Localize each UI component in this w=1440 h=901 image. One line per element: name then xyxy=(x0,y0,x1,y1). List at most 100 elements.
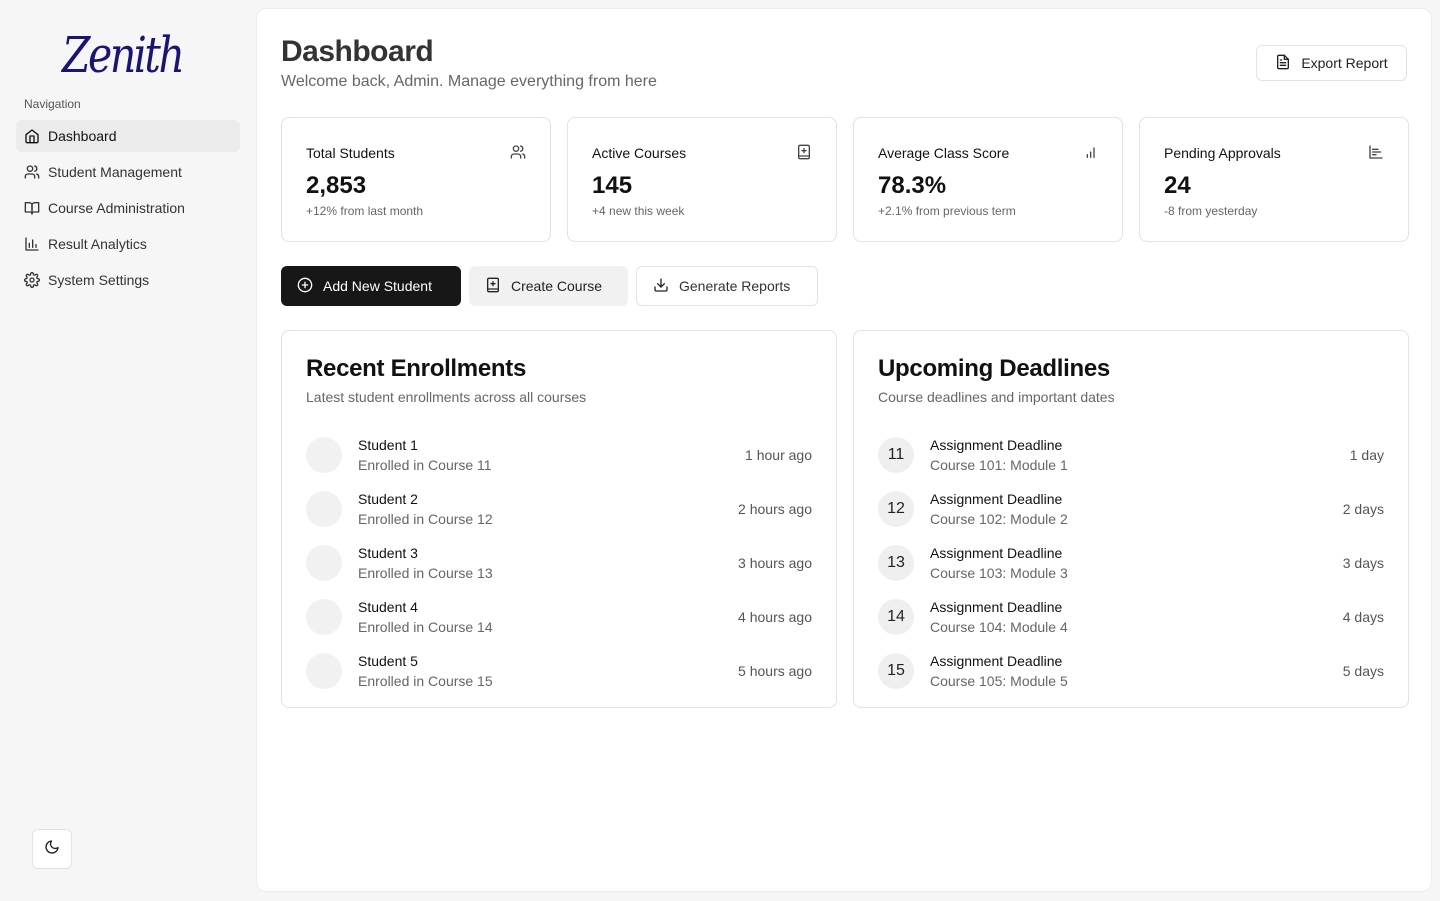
deadline-due: 3 days xyxy=(1342,555,1384,571)
users-icon xyxy=(510,144,526,160)
book-plus-icon xyxy=(796,144,812,160)
stat-value: 145 xyxy=(592,172,633,199)
avatar xyxy=(306,599,342,635)
theme-toggle-button[interactable] xyxy=(32,829,72,869)
deadline-list: 11 Assignment Deadline Course 101: Modul… xyxy=(878,428,1384,698)
sidebar: Zenith Navigation Dashboard Student Mana… xyxy=(0,0,256,901)
list-item[interactable]: Student 3 Enrolled in Course 13 3 hours … xyxy=(306,536,812,590)
deadline-detail: Course 105: Module 5 xyxy=(930,673,1068,689)
home-icon xyxy=(24,128,40,144)
sidebar-item-course-administration[interactable]: Course Administration xyxy=(16,192,240,224)
quick-actions: Add New Student Create Course Generate R… xyxy=(281,266,818,306)
date-badge: 13 xyxy=(878,545,914,581)
deadline-detail: Course 104: Module 4 xyxy=(930,619,1068,635)
enrollment-detail: Enrolled in Course 15 xyxy=(358,673,493,689)
file-text-icon xyxy=(1275,54,1291,73)
list-item[interactable]: 14 Assignment Deadline Course 104: Modul… xyxy=(878,590,1384,644)
list-item[interactable]: Student 5 Enrolled in Course 15 5 hours … xyxy=(306,644,812,698)
add-student-label: Add New Student xyxy=(323,278,432,294)
sidebar-item-label: Dashboard xyxy=(48,128,117,144)
book-plus-icon xyxy=(485,277,501,296)
enrollment-time: 4 hours ago xyxy=(738,609,812,625)
sidebar-item-student-management[interactable]: Student Management xyxy=(16,156,240,188)
list-item[interactable]: 13 Assignment Deadline Course 103: Modul… xyxy=(878,536,1384,590)
stat-card-active-courses: Active Courses 145 +4 new this week xyxy=(567,117,837,242)
add-student-button[interactable]: Add New Student xyxy=(281,266,461,306)
deadline-due: 4 days xyxy=(1342,609,1384,625)
stat-card-average-class-score: Average Class Score 78.3% +2.1% from pre… xyxy=(853,117,1123,242)
page-title: Dashboard xyxy=(281,35,434,68)
deadline-due: 1 day xyxy=(1349,447,1384,463)
stat-value: 2,853 xyxy=(306,172,367,199)
avatar xyxy=(306,437,342,473)
avatar xyxy=(306,545,342,581)
date-badge: 12 xyxy=(878,491,914,527)
sidebar-item-dashboard[interactable]: Dashboard xyxy=(16,120,240,152)
stat-change: -8 from yesterday xyxy=(1164,204,1258,218)
moon-icon xyxy=(44,839,60,860)
recent-enrollments-panel: Recent Enrollments Latest student enroll… xyxy=(281,330,837,708)
bar-chart-icon xyxy=(24,236,40,252)
date-badge: 11 xyxy=(878,437,914,473)
sidebar-item-label: Student Management xyxy=(48,164,182,180)
sidebar-item-label: Course Administration xyxy=(48,200,185,216)
date-badge: 14 xyxy=(878,599,914,635)
enrollment-detail: Enrolled in Course 14 xyxy=(358,619,493,635)
stat-card-pending-approvals: Pending Approvals 24 -8 from yesterday xyxy=(1139,117,1409,242)
enrollment-time: 2 hours ago xyxy=(738,501,812,517)
deadline-detail: Course 102: Module 2 xyxy=(930,511,1068,527)
student-name: Student 4 xyxy=(358,599,418,615)
student-name: Student 3 xyxy=(358,545,418,561)
sidebar-item-system-settings[interactable]: System Settings xyxy=(16,264,240,296)
stats-row: Total Students 2,853 +12% from last mont… xyxy=(281,117,1409,242)
list-item[interactable]: Student 1 Enrolled in Course 11 1 hour a… xyxy=(306,428,812,482)
deadline-title: Assignment Deadline xyxy=(930,491,1063,507)
deadline-title: Assignment Deadline xyxy=(930,653,1063,669)
enrollment-time: 3 hours ago xyxy=(738,555,812,571)
export-report-label: Export Report xyxy=(1301,55,1388,71)
generate-reports-button[interactable]: Generate Reports xyxy=(636,266,818,306)
stat-label: Total Students xyxy=(306,145,395,161)
stat-change: +4 new this week xyxy=(592,204,685,218)
sidebar-item-result-analytics[interactable]: Result Analytics xyxy=(16,228,240,260)
signal-bars-icon xyxy=(1082,144,1098,160)
stat-change: +12% from last month xyxy=(306,204,424,218)
list-item[interactable]: Student 4 Enrolled in Course 14 4 hours … xyxy=(306,590,812,644)
plus-circle-icon xyxy=(297,277,313,296)
stat-label: Active Courses xyxy=(592,145,687,161)
app-logo[interactable]: Zenith xyxy=(62,26,185,84)
enrollment-time: 1 hour ago xyxy=(745,447,812,463)
panel-title: Upcoming Deadlines xyxy=(878,355,1110,382)
stat-change: +2.1% from previous term xyxy=(878,204,1016,218)
list-item[interactable]: 15 Assignment Deadline Course 105: Modul… xyxy=(878,644,1384,698)
deadline-due: 2 days xyxy=(1342,501,1384,517)
list-item[interactable]: 12 Assignment Deadline Course 102: Modul… xyxy=(878,482,1384,536)
student-name: Student 1 xyxy=(358,437,418,453)
stat-value: 78.3% xyxy=(878,172,947,199)
stat-label: Average Class Score xyxy=(878,145,1010,161)
enrollment-detail: Enrolled in Course 12 xyxy=(358,511,493,527)
stat-label: Pending Approvals xyxy=(1164,145,1281,161)
create-course-button[interactable]: Create Course xyxy=(469,266,628,306)
upcoming-deadlines-panel: Upcoming Deadlines Course deadlines and … xyxy=(853,330,1409,708)
generate-reports-label: Generate Reports xyxy=(679,278,791,294)
deadline-due: 5 days xyxy=(1342,663,1384,679)
avatar xyxy=(306,491,342,527)
main-content: Dashboard Welcome back, Admin. Manage ev… xyxy=(256,8,1432,892)
panel-subtitle: Latest student enrollments across all co… xyxy=(306,389,587,405)
sidebar-item-label: Result Analytics xyxy=(48,236,147,252)
avatar xyxy=(306,653,342,689)
list-item[interactable]: Student 2 Enrolled in Course 12 2 hours … xyxy=(306,482,812,536)
date-badge: 15 xyxy=(878,653,914,689)
enrollment-detail: Enrolled in Course 13 xyxy=(358,565,493,581)
nav-list: Dashboard Student Management Course Admi… xyxy=(16,120,240,300)
nav-heading: Navigation xyxy=(24,97,81,111)
export-report-button[interactable]: Export Report xyxy=(1256,45,1407,81)
deadline-detail: Course 103: Module 3 xyxy=(930,565,1068,581)
sidebar-item-label: System Settings xyxy=(48,272,150,288)
page-subtitle: Welcome back, Admin. Manage everything f… xyxy=(281,73,657,90)
deadline-detail: Course 101: Module 1 xyxy=(930,457,1068,473)
list-item[interactable]: 11 Assignment Deadline Course 101: Modul… xyxy=(878,428,1384,482)
users-icon xyxy=(24,164,40,180)
student-name: Student 2 xyxy=(358,491,418,507)
